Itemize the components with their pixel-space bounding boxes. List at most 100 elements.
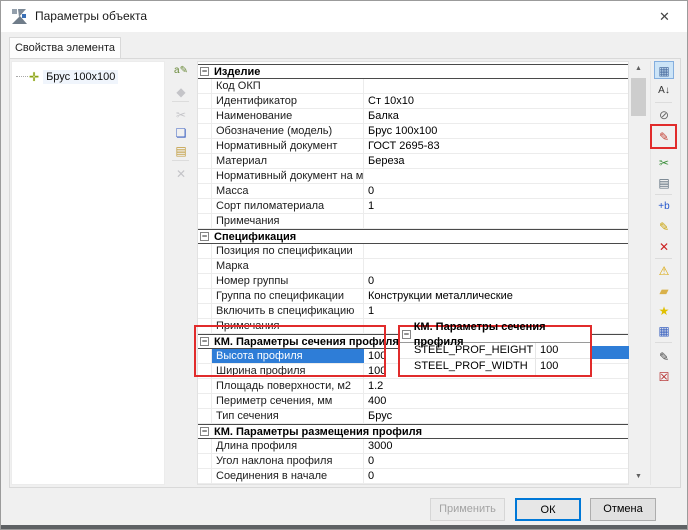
grid-property-row[interactable]: Нормативный документГОСТ 2695-83 [198, 139, 628, 154]
collapse-box[interactable]: − [200, 67, 209, 76]
delete-attribute-icon[interactable]: ✕ [654, 237, 674, 255]
section-title: Изделие [212, 65, 260, 78]
form-list-icon[interactable]: ▤ [654, 173, 674, 191]
property-value[interactable]: 0 [364, 184, 628, 198]
property-grid: −ИзделиеКод ОКПИдентификаторСт 10x10Наим… [197, 61, 629, 485]
rename-icon[interactable]: a✎ [171, 61, 191, 79]
element-tree: ✛ Брус 100x100 [11, 61, 165, 485]
copy-structure-icon[interactable]: ▦ [654, 321, 674, 339]
row-margin: − [198, 335, 212, 348]
row-margin [198, 319, 212, 333]
row-margin [198, 439, 212, 453]
edit-section-params-icon[interactable]: ✎ [654, 127, 674, 145]
collapse-box[interactable]: − [200, 427, 209, 436]
property-value[interactable]: 0 [364, 274, 628, 288]
grid-section-row[interactable]: −КМ. Параметры размещения профиля [198, 424, 628, 439]
new-table-icon[interactable]: ★ [654, 301, 674, 319]
section-title: Спецификация [212, 230, 296, 243]
property-value[interactable]: 1 [364, 199, 628, 213]
collapse-box[interactable]: − [200, 232, 209, 241]
property-value[interactable] [364, 79, 628, 93]
grid-property-row[interactable]: Периметр сечения, мм400 [198, 394, 628, 409]
property-pages-icon[interactable]: ⊘ [654, 105, 674, 123]
overlay-section-row[interactable]: − КМ. Параметры сечения профиля [400, 327, 590, 343]
property-value[interactable] [364, 259, 628, 273]
grid-property-row[interactable]: ИдентификаторСт 10x10 [198, 94, 628, 109]
erase-table-icon[interactable]: ✎ [654, 347, 674, 365]
grid-property-row[interactable]: Соединения в начале0 [198, 469, 628, 484]
grid-section-row[interactable]: −Изделие [198, 64, 628, 79]
property-name: Соединения в начале [212, 469, 364, 483]
cancel-button[interactable]: Отмена [590, 498, 656, 521]
lock-icon[interactable]: ⚠ [654, 261, 674, 279]
edit-attribute-icon[interactable]: ✎ [654, 217, 674, 235]
grid-property-row[interactable]: Площадь поверхности, м21.2 [198, 379, 628, 394]
property-value[interactable]: 400 [364, 394, 628, 408]
grid-property-row[interactable]: Код ОКП [198, 79, 628, 94]
property-value[interactable]: Брус [364, 409, 628, 423]
grid-property-row[interactable]: Группа по спецификацииКонструкции металл… [198, 289, 628, 304]
open-folder-icon[interactable]: ▰ [654, 281, 674, 299]
tree-item-brus[interactable]: ✛ Брус 100x100 [16, 68, 118, 85]
cut-icon[interactable]: ✂ [171, 105, 191, 123]
delete-table-icon[interactable]: ☒ [654, 367, 674, 385]
section-config-icon[interactable]: ✂ [654, 153, 674, 171]
add-attribute-icon[interactable]: +b [654, 197, 674, 215]
sort-alphabetical-icon[interactable]: A↓ [654, 81, 674, 99]
overlay-property-value: 100 [536, 359, 590, 375]
tag-icon[interactable]: ◆ [171, 82, 191, 100]
close-icon[interactable]: ✕ [642, 1, 687, 32]
property-value[interactable]: Конструкции металлические [364, 289, 628, 303]
overlay-property-name: STEEL_PROF_HEIGHT [400, 343, 536, 358]
property-value[interactable]: Балка [364, 109, 628, 123]
grid-property-row[interactable]: Номер группы0 [198, 274, 628, 289]
property-value[interactable]: 3000 [364, 439, 628, 453]
grid-property-row[interactable]: Угол наклона профиля0 [198, 454, 628, 469]
property-value[interactable]: 0 [364, 469, 628, 483]
property-value[interactable]: 1.2 [364, 379, 628, 393]
property-value[interactable] [364, 169, 628, 183]
overlay-property-value: 100 [536, 343, 590, 358]
tab-element-properties[interactable]: Свойства элемента [9, 37, 121, 59]
apply-button[interactable]: Применить [430, 498, 505, 521]
scroll-up-icon[interactable]: ▲ [630, 61, 647, 77]
scroll-down-icon[interactable]: ▼ [630, 469, 647, 485]
overlay-property-row[interactable]: STEEL_PROF_WIDTH100 [400, 359, 590, 375]
grid-property-row[interactable]: Марка [198, 259, 628, 274]
property-value[interactable]: ГОСТ 2695-83 [364, 139, 628, 153]
grid-property-row[interactable]: Нормативный документ на материал [198, 169, 628, 184]
grid-property-row[interactable]: Длина профиля3000 [198, 439, 628, 454]
grid-property-row[interactable]: Тип сеченияБрус [198, 409, 628, 424]
move-cross-icon: ✛ [29, 70, 39, 84]
grid-property-row[interactable]: Позиция по спецификации [198, 244, 628, 259]
ok-button[interactable]: ОК [515, 498, 581, 521]
property-value[interactable]: Ст 10x10 [364, 94, 628, 108]
overlay-property-row[interactable]: STEEL_PROF_HEIGHT100 [400, 343, 590, 359]
grid-property-row[interactable]: Примечания [198, 214, 628, 229]
property-value[interactable]: 0 [364, 454, 628, 468]
property-value[interactable]: 1 [364, 304, 628, 318]
grid-property-row[interactable]: Масса0 [198, 184, 628, 199]
grid-scrollbar: ▲ ▼ [630, 61, 647, 485]
grid-section-row[interactable]: −Спецификация [198, 229, 628, 244]
property-name: Марка [212, 259, 364, 273]
grid-property-row[interactable]: Сорт пиломатериала1 [198, 199, 628, 214]
delete-icon[interactable]: ✕ [171, 164, 191, 182]
property-name: Идентификатор [212, 94, 364, 108]
grid-property-row[interactable]: Включить в спецификацию1 [198, 304, 628, 319]
grid-property-row[interactable]: Обозначение (модель)Брус 100x100 [198, 124, 628, 139]
grid-property-row[interactable]: МатериалБереза [198, 154, 628, 169]
property-value[interactable]: Береза [364, 154, 628, 168]
property-value[interactable]: Брус 100x100 [364, 124, 628, 138]
row-margin [198, 124, 212, 138]
property-value[interactable] [364, 214, 628, 228]
copy-icon[interactable]: ❏ [171, 123, 191, 141]
categorized-view-icon[interactable]: ▦ [654, 61, 674, 79]
collapse-box[interactable]: − [200, 337, 209, 346]
property-value[interactable] [364, 244, 628, 258]
paste-icon[interactable]: ▤ [171, 141, 191, 159]
grid-property-row[interactable]: НаименованиеБалка [198, 109, 628, 124]
scrollbar-thumb[interactable] [631, 78, 646, 116]
collapse-box[interactable]: − [402, 330, 411, 339]
row-margin [198, 394, 212, 408]
